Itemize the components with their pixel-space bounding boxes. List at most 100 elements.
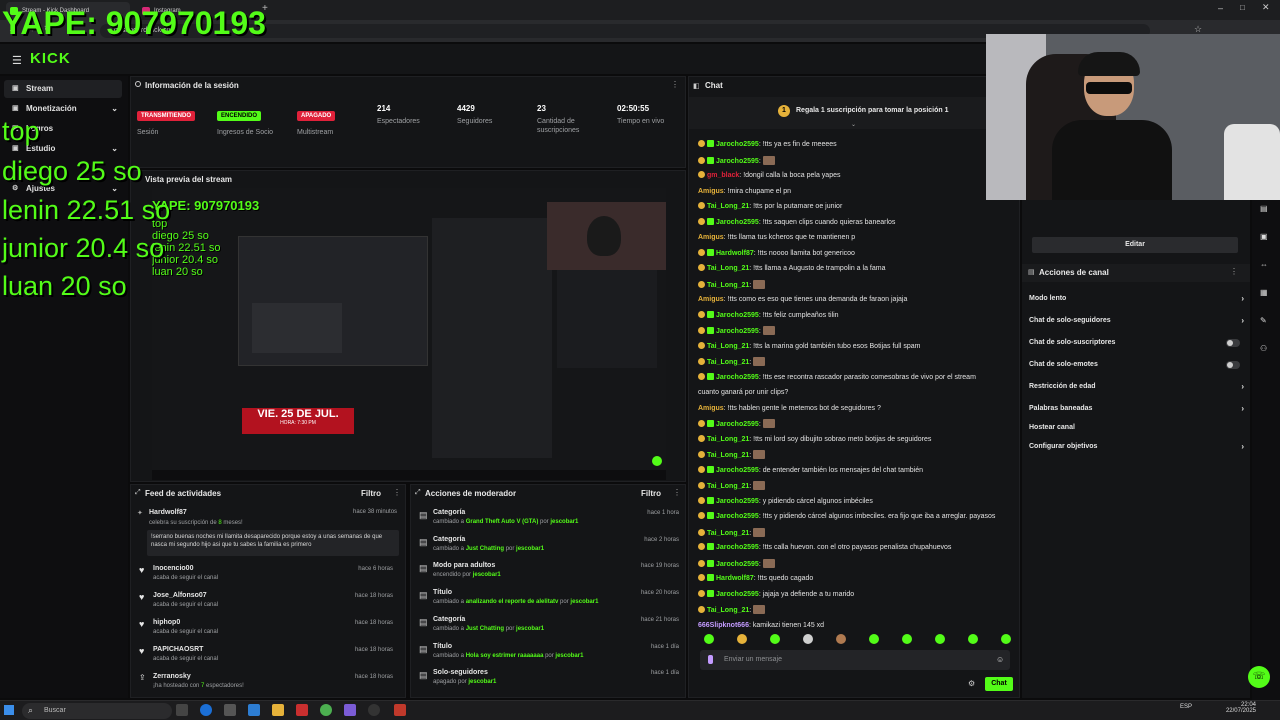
channel-action-item[interactable]: Chat de solo-emotes bbox=[1029, 358, 1244, 372]
chat-username[interactable]: Tai_Long_21 bbox=[707, 483, 749, 490]
chat-username[interactable]: Tai_Long_21 bbox=[707, 452, 749, 459]
app-icon[interactable] bbox=[344, 704, 356, 716]
emote-icon[interactable] bbox=[1001, 634, 1011, 644]
app-icon[interactable] bbox=[224, 704, 236, 716]
toggle-switch[interactable] bbox=[1226, 361, 1240, 369]
task-view-icon[interactable] bbox=[176, 704, 188, 716]
emoji-icon[interactable]: ☺ bbox=[996, 655, 1004, 664]
wrench-icon[interactable]: ✎ bbox=[1260, 316, 1267, 325]
grid-icon[interactable]: ▦ bbox=[1260, 288, 1268, 297]
chat-username[interactable]: Amigus bbox=[698, 296, 724, 303]
chat-username[interactable]: Hardwolf87 bbox=[716, 250, 754, 257]
close-icon[interactable]: ✕ bbox=[1262, 2, 1270, 13]
activity-highlight-user[interactable]: Hardwolf87 bbox=[149, 509, 187, 516]
chat-username[interactable]: gm_black bbox=[707, 172, 739, 179]
edit-button[interactable]: Editar bbox=[1032, 237, 1238, 253]
minimize-icon[interactable]: – bbox=[1218, 3, 1223, 13]
edge-icon[interactable] bbox=[200, 704, 212, 716]
chat-username[interactable]: Tai_Long_21 bbox=[707, 265, 749, 272]
chat-username[interactable]: Jarocho2595 bbox=[716, 591, 759, 598]
emote-icon[interactable] bbox=[935, 634, 945, 644]
clock[interactable]: 22:04 22/07/2025 bbox=[1222, 702, 1256, 714]
kick-logo[interactable]: KICK bbox=[30, 50, 71, 67]
chat-username[interactable]: Tai_Long_21 bbox=[707, 203, 749, 210]
action-by-user[interactable]: jescobar1 bbox=[516, 546, 544, 552]
chat-username[interactable]: Tai_Long_21 bbox=[707, 343, 749, 350]
emote-icon[interactable] bbox=[803, 634, 813, 644]
chat-username[interactable]: Jarocho2595 bbox=[716, 498, 759, 505]
maximize-icon[interactable]: □ bbox=[1240, 3, 1245, 12]
moderator-filter-button[interactable]: Filtro bbox=[641, 489, 661, 498]
help-chat-icon[interactable]: ☏ bbox=[1248, 666, 1270, 688]
toggle-switch[interactable] bbox=[1226, 339, 1240, 347]
channel-action-item[interactable]: Hostear canal bbox=[1029, 421, 1244, 435]
chat-username[interactable]: Tai_Long_21 bbox=[707, 282, 749, 289]
users-icon[interactable]: ⚇ bbox=[1260, 344, 1267, 353]
chat-input[interactable]: Enviar un mensaje ☺ bbox=[700, 650, 1010, 670]
channel-action-item[interactable]: Configurar objetivos › bbox=[1029, 440, 1244, 454]
chat-username[interactable]: Jarocho2595 bbox=[716, 158, 759, 165]
chat-send-button[interactable]: Chat bbox=[985, 677, 1013, 691]
hamburger-menu-icon[interactable]: ☰ bbox=[12, 54, 22, 67]
chat-username[interactable]: Jarocho2595 bbox=[716, 544, 759, 551]
chat-username[interactable]: Tai_Long_21 bbox=[707, 436, 749, 443]
obs-icon[interactable] bbox=[368, 704, 380, 716]
chat-username[interactable]: Tai_Long_21 bbox=[707, 359, 749, 366]
chat-username[interactable]: Jarocho2595 bbox=[716, 421, 759, 428]
more-options-icon[interactable]: ⋮ bbox=[393, 488, 401, 497]
chat-username[interactable]: Amigus bbox=[698, 234, 724, 241]
toolbar-icon[interactable]: ▤ bbox=[1260, 204, 1268, 213]
emote-icon[interactable] bbox=[704, 634, 714, 644]
windows-start-icon[interactable] bbox=[4, 705, 14, 715]
chat-username[interactable]: Hardwolf87 bbox=[716, 575, 754, 582]
emote-icon[interactable] bbox=[968, 634, 978, 644]
chrome-icon[interactable] bbox=[320, 704, 332, 716]
channel-action-item[interactable]: Restricción de edad › bbox=[1029, 380, 1244, 394]
language-indicator[interactable]: ESP bbox=[1180, 704, 1192, 710]
channel-action-item[interactable]: Chat de solo-suscriptores bbox=[1029, 336, 1244, 350]
chat-username[interactable]: Jarocho2595 bbox=[716, 513, 759, 520]
channel-action-item[interactable]: Chat de solo-seguidores › bbox=[1029, 314, 1244, 328]
emote-icon[interactable] bbox=[869, 634, 879, 644]
chat-username[interactable]: Jarocho2595 bbox=[716, 374, 759, 381]
channel-action-item[interactable]: Palabras baneadas › bbox=[1029, 402, 1244, 416]
action-by-user[interactable]: jescobar1 bbox=[468, 679, 496, 685]
stream-preview-video[interactable]: YAPE: 907970193 top diego 25 so lenin 22… bbox=[152, 188, 666, 480]
more-options-icon[interactable]: ⋮ bbox=[1230, 267, 1238, 276]
expand-icon[interactable]: ⇔ bbox=[1260, 260, 1268, 269]
app-icon[interactable] bbox=[394, 704, 406, 716]
chat-username[interactable]: Jarocho2595 bbox=[716, 467, 759, 474]
chat-username[interactable]: Tai_Long_21 bbox=[707, 607, 749, 614]
action-by-user[interactable]: jescobar1 bbox=[555, 653, 583, 659]
more-options-icon[interactable]: ⋮ bbox=[671, 80, 679, 89]
action-by-user[interactable]: jescobar1 bbox=[516, 626, 544, 632]
chat-username[interactable]: Jarocho2595 bbox=[716, 328, 759, 335]
chat-username[interactable]: Tai_Long_21 bbox=[707, 530, 749, 537]
chat-username[interactable]: Jarocho2595 bbox=[716, 561, 759, 568]
activity-filter-button[interactable]: Filtro bbox=[361, 489, 381, 498]
chat-username[interactable]: Jarocho2595 bbox=[716, 219, 759, 226]
channel-action-item[interactable]: Modo lento › bbox=[1029, 292, 1244, 306]
pinned-sub-goal[interactable]: 1 Regala 1 suscripción para tomar la pos… bbox=[689, 97, 1021, 129]
emote-icon[interactable] bbox=[902, 634, 912, 644]
chat-username[interactable]: 666Slipknot666 bbox=[698, 622, 749, 629]
chevron-down-icon[interactable]: ⌄ bbox=[851, 121, 856, 128]
taskbar-search[interactable]: ⌕ Buscar bbox=[22, 703, 172, 719]
sidebar-item-stream[interactable]: ▣ Stream bbox=[4, 80, 122, 98]
outlook-icon[interactable] bbox=[248, 704, 260, 716]
emote-icon[interactable] bbox=[836, 634, 846, 644]
chat-username[interactable]: Amigus bbox=[698, 405, 724, 412]
action-by-user[interactable]: jescobar1 bbox=[473, 572, 501, 578]
chat-settings-icon[interactable]: ⚙ bbox=[968, 679, 975, 688]
chat-username[interactable]: Jarocho2595 bbox=[716, 312, 759, 319]
emote-icon[interactable] bbox=[770, 634, 780, 644]
brave-icon[interactable] bbox=[296, 704, 308, 716]
file-explorer-icon[interactable] bbox=[272, 704, 284, 716]
more-options-icon[interactable]: ⋮ bbox=[673, 488, 681, 497]
chat-username[interactable]: Amigus bbox=[698, 188, 724, 195]
action-by-user[interactable]: jescobar1 bbox=[550, 519, 578, 525]
chat-bubble-icon[interactable]: ▣ bbox=[1260, 232, 1268, 241]
chat-username[interactable]: Jarocho2595 bbox=[716, 141, 759, 148]
action-by-user[interactable]: jescobar1 bbox=[570, 599, 598, 605]
emote-icon[interactable] bbox=[737, 634, 747, 644]
